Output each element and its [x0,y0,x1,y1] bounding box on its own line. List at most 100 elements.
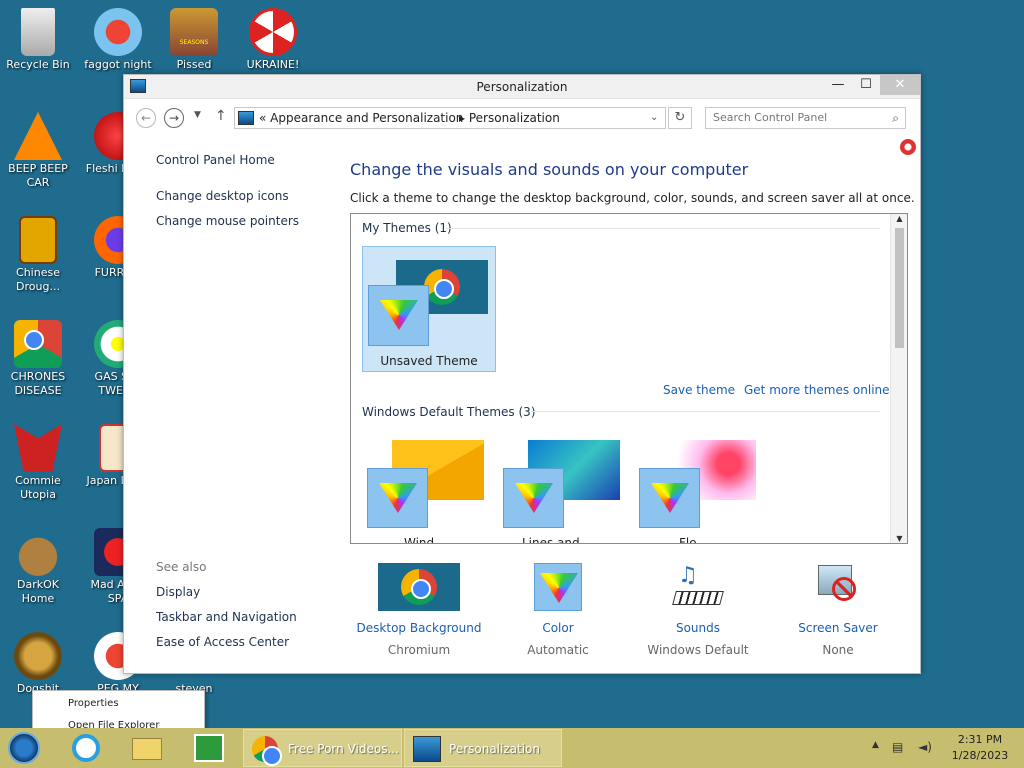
lines-and-colors-theme-tile[interactable] [498,428,624,528]
maximize-button[interactable]: ☐ [852,75,880,95]
unsaved-theme-tile[interactable]: Unsaved Theme [362,246,496,372]
scroll-up-icon[interactable]: ▲ [891,214,907,223]
close-button[interactable]: ✕ [880,75,920,95]
desktop-icon-chinese-droug[interactable]: Chinese Droug... [0,216,76,294]
volume-icon[interactable]: ◄) [918,740,932,754]
windows-theme-tile[interactable] [362,428,488,528]
search-icon: ⌕ [892,111,899,125]
taskbar-item-label: Free Porn Videos... [288,742,399,756]
desktop-icon-label: BEEP BEEP CAR [8,162,68,189]
help-icon[interactable] [900,139,916,155]
save-theme-link[interactable]: Save theme [663,383,735,397]
flowers-theme-tile[interactable] [634,428,760,528]
change-desktop-icons-link[interactable]: Change desktop icons [156,189,289,203]
forward-button[interactable]: → [164,108,184,128]
sounds-value: Windows Default [647,643,749,657]
display-link[interactable]: Display [156,585,200,599]
default-themes-title: Windows Default Themes (3) [362,405,536,419]
desktop-background-setting[interactable]: Desktop Background Chromium [349,563,489,657]
show-hidden-icons[interactable]: ▲ [872,740,879,750]
desktop-icon-faggot-night[interactable]: faggot night [80,8,156,72]
chrome-icon [252,736,282,766]
windows-theme-label: Wind [404,536,435,544]
desktop-icon-recycle-bin[interactable]: Recycle Bin [0,8,76,72]
desktop-icon-pissed[interactable]: SEASONS Pissed [156,8,232,72]
lines-theme-label: Lines and [522,536,580,544]
address-bar[interactable]: « Appearance and Personalization ▸ Perso… [234,107,666,129]
window-title: Personalization [476,80,568,94]
divider [531,411,880,412]
color-fan-icon [379,483,417,513]
color-fan-icon [540,573,578,603]
desktop-icon-dogshit[interactable]: Dogshit [0,632,76,696]
taskbar: Free Porn Videos... Personalization ▲ ▤ … [0,728,1024,768]
unsaved-theme-label: Unsaved Theme [380,354,478,368]
scrollbar-thumb[interactable] [895,228,904,348]
desktop-icon-darkok-home[interactable]: DarkOK Home [0,528,76,606]
search-input[interactable]: Search Control Panel ⌕ [705,107,906,129]
page-heading: Change the visuals and sounds on your co… [350,160,749,179]
sounds-icon: ♫ [672,563,724,611]
chrome-icon [401,569,437,605]
control-panel-home-link[interactable]: Control Panel Home [156,153,275,167]
back-button[interactable]: ← [136,108,156,128]
no-symbol-icon [832,577,856,601]
change-mouse-pointers-link[interactable]: Change mouse pointers [156,214,299,228]
personalization-window[interactable]: Personalization — ☐ ✕ ← → ▼ ↑ « Appearan… [123,74,921,674]
money-bag-icon [14,528,62,576]
breadcrumb-personalization[interactable]: ▸ Personalization [459,108,560,128]
desktop-icon-label: Commie Utopia [15,474,61,501]
angry-birds-seasons-icon: SEASONS [170,8,218,56]
desktop-background-label: Desktop Background [356,621,482,635]
color-palette-preview [639,468,700,528]
radiation-icon [249,8,297,56]
desktop-icon-label: CHRONES DISEASE [10,370,66,397]
pidgin-icon [94,8,142,56]
sounds-setting[interactable]: ♫ Sounds Windows Default [628,563,768,657]
my-themes-title: My Themes (1) [362,221,452,235]
refresh-button[interactable]: ↻ [668,107,692,129]
taskbar-item-label: Personalization [449,742,540,756]
clock[interactable]: 2:31 PM 1/28/2023 [948,732,1012,764]
taskbar-navigation-link[interactable]: Taskbar and Navigation [156,610,297,624]
color-palette-preview [367,468,428,528]
search-placeholder: Search Control Panel [713,111,828,124]
breadcrumb-appearance[interactable]: « Appearance and Personalization [259,108,463,128]
minimize-button[interactable]: — [824,75,852,95]
desktop-icon-commie-utopia[interactable]: Commie Utopia [0,424,76,502]
title-bar[interactable]: Personalization — ☐ ✕ [124,75,920,99]
desktop-background-icon [378,563,460,611]
desktop-icon-ukraine[interactable]: UKRAINE! [235,8,311,72]
menu-item-properties[interactable]: Properties [68,698,119,709]
color-setting[interactable]: Color Automatic [488,563,628,657]
color-value: Automatic [527,643,589,657]
scroll-down-icon[interactable]: ▼ [891,534,907,543]
desktop-icon-chrones-disease[interactable]: CHRONES DISEASE [0,320,76,398]
music-note-icon: ♫ [678,563,698,588]
taskbar-item-personalization[interactable]: Personalization [404,729,562,767]
theme-list-scrollbar[interactable]: ▲ ▼ [890,214,907,543]
up-button[interactable]: ↑ [215,108,227,124]
desktop-icon-beep-beep-car[interactable]: BEEP BEEP CAR [0,112,76,190]
address-bar-row: ← → ▼ ↑ « Appearance and Personalization… [124,105,920,133]
screen-saver-setting[interactable]: Screen Saver None [768,563,908,657]
ease-of-access-link[interactable]: Ease of Access Center [156,635,289,649]
taskbar-item-chrome[interactable]: Free Porn Videos... [243,729,402,767]
flowers-theme-label: Flo [679,536,697,544]
chrome-icon [14,320,62,368]
chevron-down-icon[interactable]: ⌄ [650,108,658,128]
file-explorer-icon[interactable] [132,738,162,760]
recent-pages-dropdown[interactable]: ▼ [194,110,201,120]
theme-list[interactable]: My Themes (1) Unsaved Theme Save theme G… [350,213,908,544]
color-fan-icon [380,300,418,330]
screen-saver-icon [814,563,862,611]
desktop-icon-label: faggot night [84,58,152,71]
ie-icon[interactable] [72,734,100,762]
network-icon[interactable]: ▤ [892,740,903,754]
vlc-icon [14,112,62,160]
desktop-background-value: Chromium [387,643,451,657]
get-more-themes-link[interactable]: Get more themes online [744,383,890,397]
store-icon[interactable] [194,734,224,762]
emblem-icon [14,424,62,472]
start-button[interactable] [8,732,40,764]
